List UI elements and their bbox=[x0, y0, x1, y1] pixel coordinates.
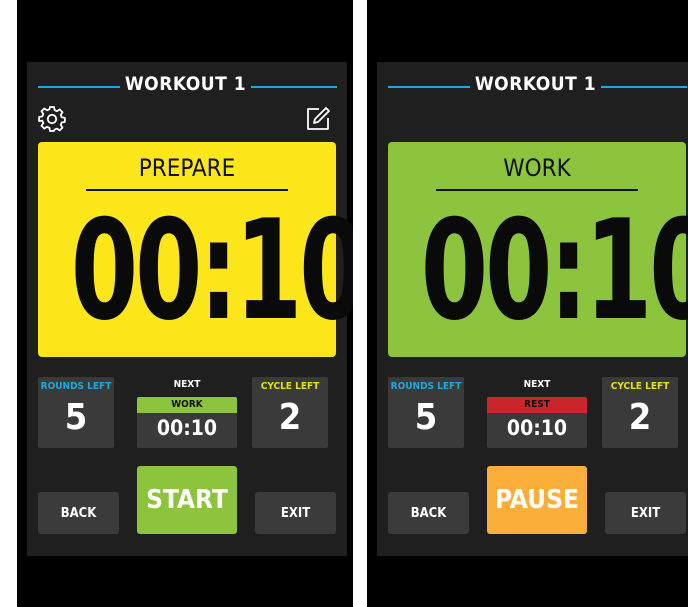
next-phase-tile: REST 00:10 bbox=[487, 397, 587, 448]
exit-button[interactable]: EXIT bbox=[605, 492, 686, 534]
header-divider-left bbox=[38, 86, 120, 88]
rounds-left-value: 5 bbox=[64, 397, 88, 438]
phase-timer-card: PREPARE 00:10 bbox=[38, 142, 353, 357]
header-divider-left bbox=[388, 86, 470, 88]
cycle-left-value: 2 bbox=[628, 397, 652, 438]
phase-label: WORK bbox=[503, 154, 571, 182]
back-button[interactable]: BACK bbox=[38, 492, 119, 534]
next-phase-time: 00:10 bbox=[506, 416, 568, 440]
cycle-left-label: CYCLE LEFT bbox=[610, 381, 670, 392]
cycle-left-tile: CYCLE LEFT 2 bbox=[602, 377, 678, 448]
cycle-left-value: 2 bbox=[278, 397, 302, 438]
edit-icon[interactable] bbox=[304, 105, 332, 133]
header: WORKOUT 1 bbox=[377, 73, 688, 99]
timer-screen-prepare: WORKOUT 1 PREPARE 00:10 ROUNDS LEFT 5 NE… bbox=[27, 62, 353, 556]
cycle-left-label: CYCLE LEFT bbox=[260, 381, 320, 392]
phone-frame-prepare: WORKOUT 1 PREPARE 00:10 ROUNDS LEFT 5 NE… bbox=[17, 0, 353, 607]
workout-title: WORKOUT 1 bbox=[474, 73, 597, 95]
next-label: NEXT bbox=[523, 379, 551, 390]
start-button[interactable]: START bbox=[137, 466, 237, 534]
cycle-left-tile: CYCLE LEFT 2 bbox=[252, 377, 328, 448]
next-phase-label: WORK bbox=[137, 397, 237, 413]
timer-screen-work: WORKOUT 1 WORK 00:10 ROUNDS LEFT 5 NEXT … bbox=[377, 62, 688, 556]
phase-timer-card: WORK 00:10 bbox=[388, 142, 688, 357]
header: WORKOUT 1 bbox=[27, 73, 347, 99]
phone-frame-work: WORKOUT 1 WORK 00:10 ROUNDS LEFT 5 NEXT … bbox=[367, 0, 688, 607]
back-button[interactable]: BACK bbox=[388, 492, 469, 534]
workout-title: WORKOUT 1 bbox=[124, 73, 247, 95]
next-phase-label: REST bbox=[487, 397, 587, 413]
header-divider-right bbox=[251, 86, 337, 88]
next-phase-time: 00:10 bbox=[156, 416, 218, 440]
phase-label: PREPARE bbox=[138, 154, 236, 182]
rounds-left-label: ROUNDS LEFT bbox=[40, 381, 112, 392]
next-phase-tile: WORK 00:10 bbox=[137, 397, 237, 448]
rounds-left-tile: ROUNDS LEFT 5 bbox=[38, 377, 114, 448]
rounds-left-tile: ROUNDS LEFT 5 bbox=[388, 377, 464, 448]
rounds-left-value: 5 bbox=[414, 397, 438, 438]
countdown-time: 00:10 bbox=[420, 190, 688, 351]
header-divider-right bbox=[601, 86, 687, 88]
pause-button[interactable]: PAUSE bbox=[487, 466, 587, 534]
gear-icon[interactable] bbox=[38, 105, 66, 133]
countdown-time: 00:10 bbox=[70, 190, 353, 351]
next-label: NEXT bbox=[173, 379, 201, 390]
exit-button[interactable]: EXIT bbox=[255, 492, 336, 534]
rounds-left-label: ROUNDS LEFT bbox=[390, 381, 462, 392]
